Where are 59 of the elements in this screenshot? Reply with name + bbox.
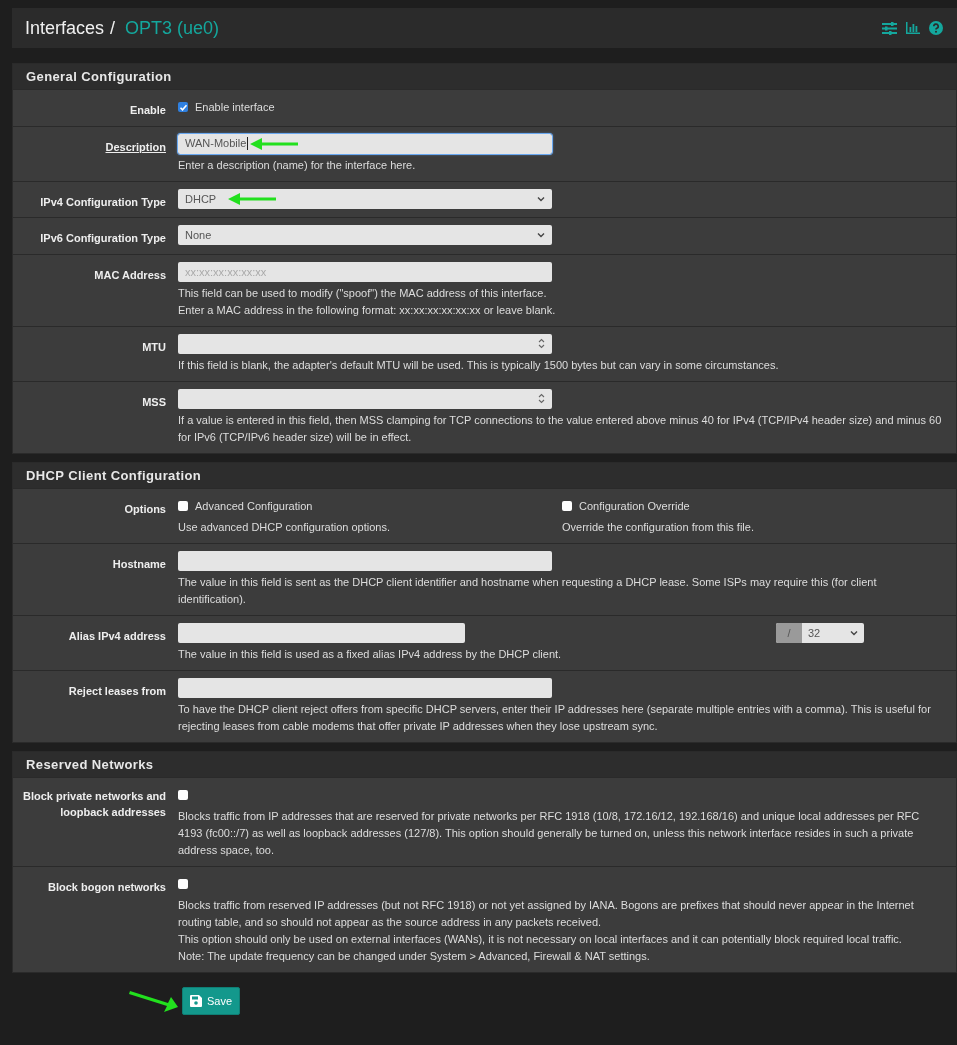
save-button[interactable]: Save <box>182 986 241 1015</box>
help-text: If a value is entered in this field, then MSS clamping for TCP connections to the value entered above minus 40 for IPv4 (TCP/IPv4 header size) and minus 60 for IPv6 (TCP/IPv6 header size) will be in effect. <box>178 412 943 445</box>
panel-heading: General Configuration <box>13 64 956 89</box>
spinner-icon[interactable] <box>538 338 545 349</box>
field-label: MSS <box>142 394 166 410</box>
select-dropdown[interactable]: DHCP <box>178 188 552 209</box>
help-text: Blocks traffic from IP addresses that are reserved for private networks per RFC 1918 (10/8, 172.16/12, 192.168/16) and unique local addresses per RFC 4193 (fc00::/7) as well as loopback addresses (127/8). This option should generally be turned on, unless this network interface resides in such a private address space, too. <box>178 808 921 858</box>
help-text: The value in this field is sent as the DHCP client identifier and hostname when requesting a DHCP lease. Some ISPs may require this (for client identification). <box>178 574 878 607</box>
help-text: Enter a description (name) for the interface here. <box>178 157 417 173</box>
field-label-link[interactable]: Description <box>105 138 166 155</box>
checkbox[interactable] <box>178 102 188 112</box>
help-text: Note: The update frequency can be changed under System > Advanced, Firewall & NAT settings. <box>178 948 651 964</box>
checkbox[interactable] <box>562 500 572 511</box>
text-field[interactable] <box>178 550 552 571</box>
field-label: Reject leases from <box>68 683 166 699</box>
field-label: Block private networks and loopback addresses <box>21 788 166 820</box>
field-label: Enable <box>129 103 166 118</box>
field-label: Block bogon networks <box>48 879 166 895</box>
bar-chart-icon[interactable] <box>906 22 920 34</box>
chevron-down-icon <box>537 232 545 238</box>
chevron-down-icon <box>850 629 858 636</box>
select-dropdown[interactable]: None <box>178 225 552 245</box>
panel-heading: DHCP Client Configuration <box>13 462 956 488</box>
help-text: Use advanced DHCP configuration options. <box>178 519 391 535</box>
checkbox[interactable] <box>178 878 188 889</box>
checkbox-label: Advanced Configuration <box>195 499 313 512</box>
checkbox[interactable] <box>178 500 188 511</box>
chevron-down-icon <box>537 195 545 202</box>
help-text: Enter a MAC address in the following format: xx:xx:xx:xx:xx:xx or leave blank. <box>178 302 557 318</box>
field-label: Hostname <box>112 556 166 572</box>
help-text: This option should only be used on external interfaces (WANs), it is not necessary on local interfaces and it can potentially block required local traffic. <box>178 931 903 947</box>
field-label: Options <box>124 501 166 517</box>
text-field[interactable] <box>178 677 552 698</box>
checkbox-label: Enable interface <box>195 101 275 113</box>
text-field[interactable]: WAN-Mobile <box>178 133 552 154</box>
breadcrumb-link[interactable]: Interfaces <box>25 17 105 39</box>
help-text: Blocks traffic from reserved IP addresses (but not RFC 1918) or not yet assigned by IANA. Bogons are prefixes that should never appear in the Internet routing table, and so should not appear as the source address in any packets received. <box>178 897 915 930</box>
field-label: MTU <box>142 339 166 355</box>
breadcrumb-separator: / <box>110 17 116 39</box>
subnet-select[interactable]: / 32 <box>776 622 864 643</box>
text-field[interactable] <box>178 622 465 643</box>
number-field[interactable] <box>178 388 552 409</box>
help-icon[interactable] <box>929 21 943 35</box>
field-label: Alias IPv4 address <box>68 628 166 644</box>
panel-heading: Reserved Networks <box>13 751 956 777</box>
number-field[interactable] <box>178 333 552 354</box>
help-text: To have the DHCP client reject offers from specific DHCP servers, enter their IP addresses here (separate multiple entries with a comma). This is useful for rejecting leases from cable modems that offer private IP addresses when they lose upstream sync. <box>178 701 932 734</box>
field-label: IPv6 Configuration Type <box>40 231 166 246</box>
checkbox-label: Configuration Override <box>579 499 690 512</box>
checkbox[interactable] <box>178 789 188 800</box>
help-text: If this field is blank, the adapter's default MTU will be used. This is typically 1500 bytes but can vary in some circumstances. <box>178 357 780 373</box>
help-text: The value in this field is used as a fixed alias IPv4 address by the DHCP client. <box>178 646 563 662</box>
settings-icon[interactable] <box>882 21 897 35</box>
field-label: IPv4 Configuration Type <box>40 194 166 210</box>
spinner-icon[interactable] <box>538 393 545 404</box>
help-text: Override the configuration from this file. <box>562 519 755 535</box>
field-label: MAC Address <box>94 267 166 283</box>
help-text: This field can be used to modify ("spoof") the MAC address of this interface. <box>178 285 548 301</box>
page-title: OPT3 (ue0) <box>125 17 220 39</box>
